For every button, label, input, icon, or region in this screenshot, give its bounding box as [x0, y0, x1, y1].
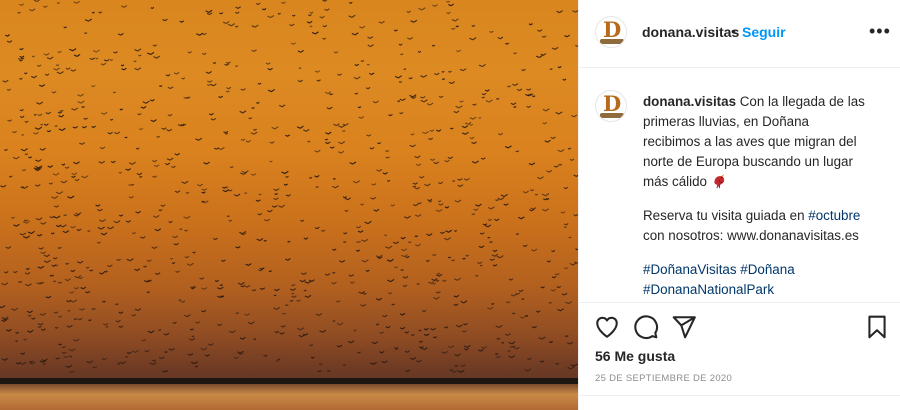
post-date: 25 de septiembre de 2020	[595, 373, 733, 384]
avatar-logo: D	[603, 91, 622, 116]
username-link[interactable]: donana.visitas	[642, 24, 739, 40]
caption-area: D donana.visitas Con la llegada de las p…	[579, 69, 900, 301]
heart-icon[interactable]	[594, 314, 620, 340]
bookmark-icon[interactable]	[864, 314, 890, 340]
post-sidebar: D donana.visitas • Seguir ••• D donana.v…	[578, 0, 900, 410]
post-actions: 56 Me gusta 25 de septiembre de 2020	[579, 302, 900, 410]
bird-icon	[714, 174, 724, 189]
caption-avatar[interactable]: D	[595, 90, 627, 122]
hashtag-link[interactable]: #DoñanaVisitas	[643, 262, 737, 277]
caption-text: donana.visitas Con la llegada de las pri…	[643, 92, 867, 300]
more-options-icon[interactable]: •••	[869, 22, 891, 40]
avatar[interactable]: D	[595, 16, 627, 48]
water-reflection	[0, 384, 578, 410]
comment-icon[interactable]	[633, 314, 659, 340]
caption-line-2-suffix: con nosotros: www.donanavisitas.es	[643, 228, 859, 243]
paper-plane-icon[interactable]	[671, 314, 697, 340]
post-photo[interactable]	[0, 0, 578, 410]
bird-flock	[0, 0, 578, 374]
avatar-logo: D	[603, 17, 622, 42]
avatar-logo-ribbon	[600, 113, 624, 118]
hashtag-link[interactable]: #octubre	[808, 208, 860, 223]
caption-line-2-prefix: Reserva tu visita guiada en	[643, 208, 805, 223]
avatar-logo-ribbon	[600, 39, 624, 44]
hashtag-link[interactable]: #DonanaNationalPark	[643, 282, 774, 297]
caption-username[interactable]: donana.visitas	[643, 94, 736, 109]
likes-count[interactable]: 56 Me gusta	[595, 348, 675, 364]
hashtag-link[interactable]: #Doñana	[740, 262, 794, 277]
separator-dot: •	[731, 23, 736, 39]
add-comment-bar[interactable]	[579, 395, 900, 410]
post-header: D donana.visitas • Seguir •••	[579, 0, 900, 68]
follow-button[interactable]: Seguir	[742, 24, 786, 40]
